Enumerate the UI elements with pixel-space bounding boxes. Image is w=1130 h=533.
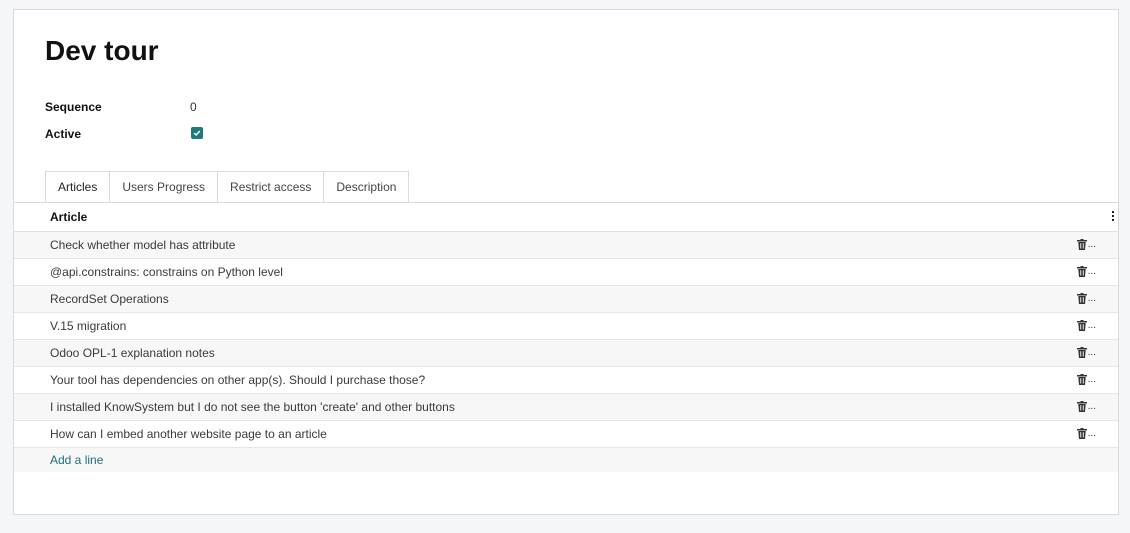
table-row[interactable]: V.15 migration ... bbox=[14, 313, 1118, 340]
table-row[interactable]: @api.constrains: constrains on Python le… bbox=[14, 259, 1118, 286]
active-checkbox[interactable] bbox=[191, 127, 203, 139]
active-label: Active bbox=[45, 127, 82, 141]
delete-row-button[interactable]: ... bbox=[1076, 293, 1096, 304]
delete-row-button[interactable]: ... bbox=[1076, 401, 1096, 412]
column-header-article[interactable]: Article bbox=[14, 210, 87, 224]
tab-restrict-access[interactable]: Restrict access bbox=[218, 171, 325, 203]
table-header: Article bbox=[14, 203, 1118, 232]
add-line-link[interactable]: Add a line bbox=[14, 453, 103, 467]
article-cell[interactable]: I installed KnowSystem but I do not see … bbox=[14, 400, 455, 414]
column-options-icon[interactable] bbox=[1112, 211, 1114, 221]
row-action-overflow: ... bbox=[1087, 374, 1096, 385]
table-row[interactable]: Odoo OPL-1 explanation notes ... bbox=[14, 340, 1118, 367]
tab-users-progress[interactable]: Users Progress bbox=[110, 171, 219, 203]
table-body: Check whether model has attribute ... @a… bbox=[14, 232, 1118, 448]
row-action-overflow: ... bbox=[1087, 239, 1096, 250]
table-row[interactable]: RecordSet Operations ... bbox=[14, 286, 1118, 313]
tab-articles[interactable]: Articles bbox=[45, 171, 111, 203]
trash-icon bbox=[1076, 266, 1087, 277]
table-row[interactable]: How can I embed another website page to … bbox=[14, 421, 1118, 448]
delete-row-button[interactable]: ... bbox=[1076, 266, 1096, 277]
checkmark-icon bbox=[193, 130, 201, 137]
delete-row-button[interactable]: ... bbox=[1076, 347, 1096, 358]
row-action-overflow: ... bbox=[1087, 428, 1096, 439]
table-row[interactable]: Your tool has dependencies on other app(… bbox=[14, 367, 1118, 394]
sequence-label: Sequence bbox=[45, 100, 102, 114]
article-cell[interactable]: @api.constrains: constrains on Python le… bbox=[14, 265, 283, 279]
trash-icon bbox=[1076, 401, 1087, 412]
article-cell[interactable]: V.15 migration bbox=[14, 319, 126, 333]
add-line-row: Add a line bbox=[14, 448, 1118, 472]
notebook-tabs: Articles Users Progress Restrict access … bbox=[45, 171, 410, 203]
row-action-overflow: ... bbox=[1087, 293, 1096, 304]
article-cell[interactable]: Odoo OPL-1 explanation notes bbox=[14, 346, 215, 360]
trash-icon bbox=[1076, 239, 1087, 250]
row-action-overflow: ... bbox=[1087, 320, 1096, 331]
row-action-overflow: ... bbox=[1087, 347, 1096, 358]
delete-row-button[interactable]: ... bbox=[1076, 320, 1096, 331]
record-title: Dev tour bbox=[45, 35, 159, 66]
table-row[interactable]: Check whether model has attribute ... bbox=[14, 232, 1118, 259]
trash-icon bbox=[1076, 374, 1087, 385]
article-cell[interactable]: RecordSet Operations bbox=[14, 292, 169, 306]
article-cell[interactable]: Your tool has dependencies on other app(… bbox=[14, 373, 425, 387]
delete-row-button[interactable]: ... bbox=[1076, 428, 1096, 439]
table-row[interactable]: I installed KnowSystem but I do not see … bbox=[14, 394, 1118, 421]
article-cell[interactable]: Check whether model has attribute bbox=[14, 238, 235, 252]
trash-icon bbox=[1076, 320, 1087, 331]
trash-icon bbox=[1076, 293, 1087, 304]
form-sheet: Dev tour Sequence 0 Active Articles User… bbox=[13, 9, 1119, 515]
delete-row-button[interactable]: ... bbox=[1076, 239, 1096, 250]
trash-icon bbox=[1076, 347, 1087, 358]
article-cell[interactable]: How can I embed another website page to … bbox=[14, 427, 327, 441]
row-action-overflow: ... bbox=[1087, 266, 1096, 277]
row-action-overflow: ... bbox=[1087, 401, 1096, 412]
articles-table: Article Check whether model has attribut… bbox=[14, 203, 1118, 472]
tab-description[interactable]: Description bbox=[324, 171, 410, 203]
sequence-value[interactable]: 0 bbox=[190, 100, 197, 114]
trash-icon bbox=[1076, 428, 1087, 439]
delete-row-button[interactable]: ... bbox=[1076, 374, 1096, 385]
